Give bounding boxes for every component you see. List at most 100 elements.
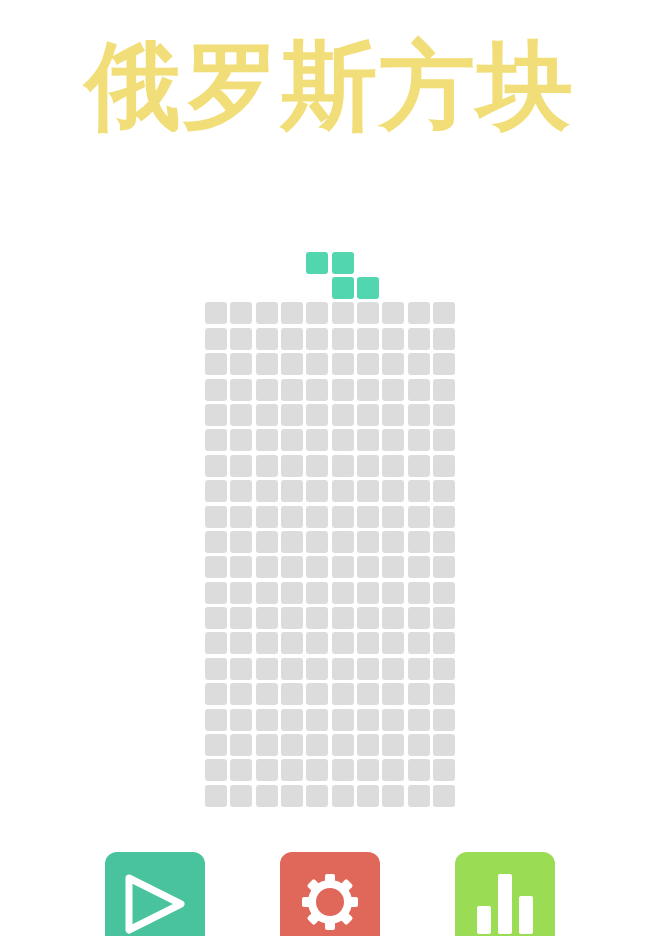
board-cell <box>332 302 354 324</box>
board-cell <box>332 582 354 604</box>
settings-button[interactable] <box>280 852 380 936</box>
board-cell <box>357 759 379 781</box>
board-cell <box>256 607 278 629</box>
board-cell <box>357 302 379 324</box>
board-cell <box>408 328 430 350</box>
board-cell <box>306 353 328 375</box>
board-cell <box>306 455 328 477</box>
board-cell <box>408 785 430 807</box>
board-cell <box>332 785 354 807</box>
board-cell <box>357 353 379 375</box>
board-cell <box>408 709 430 731</box>
board-cell <box>433 556 455 578</box>
board-cell <box>306 632 328 654</box>
board-cell <box>256 556 278 578</box>
board-cell <box>408 607 430 629</box>
stats-button[interactable] <box>455 852 555 936</box>
board-cell <box>281 632 303 654</box>
board-cell <box>256 506 278 528</box>
board-cell <box>306 531 328 553</box>
board-cell <box>433 480 455 502</box>
board-cell <box>205 607 227 629</box>
board-cell <box>382 302 404 324</box>
board-cell <box>382 480 404 502</box>
board-cell <box>306 506 328 528</box>
board-cell <box>332 683 354 705</box>
board-cell <box>332 531 354 553</box>
board-cell <box>357 328 379 350</box>
board-cell <box>281 785 303 807</box>
board-cell <box>433 328 455 350</box>
board-cell <box>332 480 354 502</box>
board-cell <box>230 506 252 528</box>
piece-block <box>306 252 328 274</box>
board-cell <box>230 455 252 477</box>
board-cell <box>256 632 278 654</box>
board-cell <box>281 429 303 451</box>
board-cell <box>332 658 354 680</box>
board-cell <box>306 328 328 350</box>
board-cell <box>281 328 303 350</box>
board-cell <box>382 506 404 528</box>
board-cell <box>357 556 379 578</box>
board-cell <box>408 455 430 477</box>
board-cell <box>357 658 379 680</box>
board-cell <box>256 658 278 680</box>
board-cell <box>306 709 328 731</box>
board-cell <box>408 759 430 781</box>
game-screen: 俄罗斯方块 <box>0 0 660 936</box>
board-cell <box>306 683 328 705</box>
board-cell <box>256 734 278 756</box>
board-cell <box>281 734 303 756</box>
board-cell <box>230 404 252 426</box>
board-cell <box>230 734 252 756</box>
board-cell <box>230 709 252 731</box>
board-cell <box>306 759 328 781</box>
board-cell <box>408 531 430 553</box>
board-cell <box>256 429 278 451</box>
piece-block <box>332 252 354 274</box>
board-cell <box>357 531 379 553</box>
board-cell <box>281 582 303 604</box>
board-cell <box>306 429 328 451</box>
board-cell <box>382 556 404 578</box>
board-cell <box>433 785 455 807</box>
board-cell <box>230 480 252 502</box>
play-button[interactable] <box>105 852 205 936</box>
board-cell <box>357 379 379 401</box>
board-cell <box>382 785 404 807</box>
board-cell <box>382 759 404 781</box>
board-cell <box>306 607 328 629</box>
board-cell <box>357 632 379 654</box>
board-cell <box>205 658 227 680</box>
board-cell <box>256 480 278 502</box>
board-cell <box>382 607 404 629</box>
board-cell <box>281 607 303 629</box>
board-cell <box>433 582 455 604</box>
board-cell <box>408 404 430 426</box>
board-cell <box>205 429 227 451</box>
board-cell <box>256 328 278 350</box>
board-cell <box>281 302 303 324</box>
game-board <box>205 252 456 807</box>
board-cell <box>230 302 252 324</box>
board-cell <box>332 632 354 654</box>
board-cell <box>332 404 354 426</box>
board-cell <box>357 506 379 528</box>
board-cell <box>382 734 404 756</box>
board-cell <box>205 785 227 807</box>
board-cell <box>433 658 455 680</box>
board-cell <box>357 582 379 604</box>
board-cell <box>408 683 430 705</box>
board-cell <box>281 506 303 528</box>
board-cell <box>357 709 379 731</box>
board-cell <box>332 328 354 350</box>
board-cell <box>205 328 227 350</box>
board-cell <box>433 531 455 553</box>
